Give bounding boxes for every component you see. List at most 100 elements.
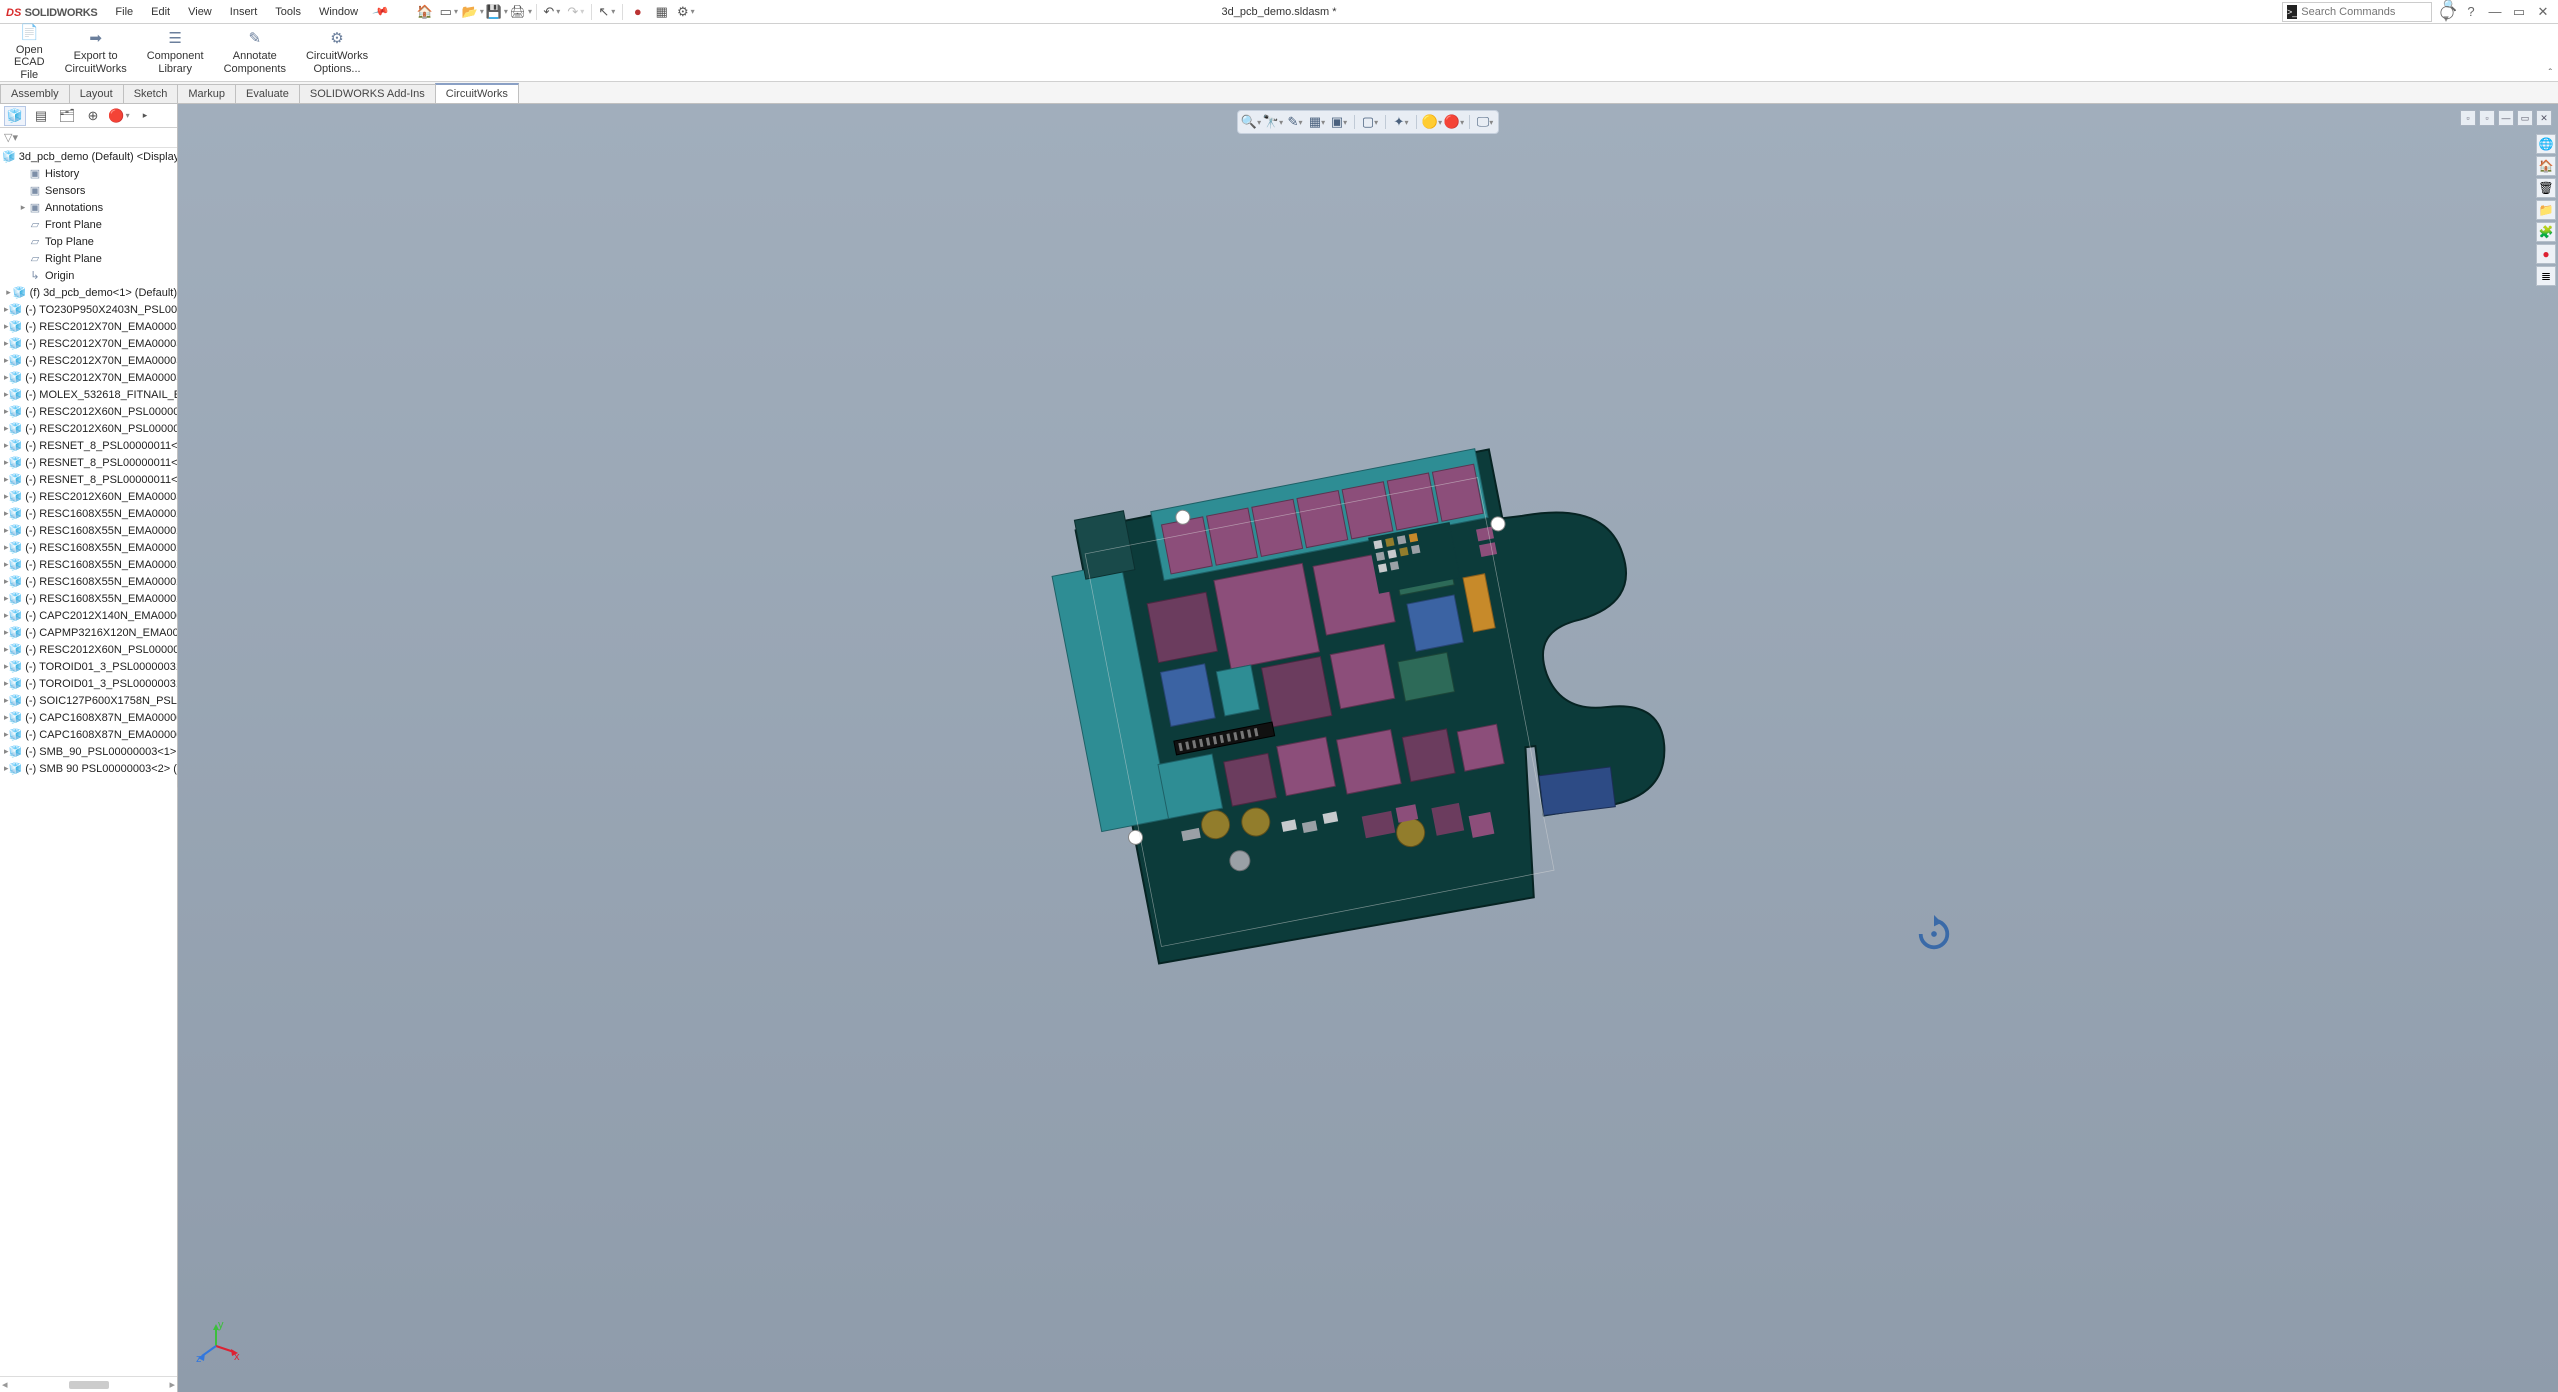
tree-item[interactable]: ▸🧊(-) RESC1608X55N_EMA000027	[0, 573, 177, 590]
hud-button[interactable]: 🔍	[1242, 113, 1260, 131]
vp-new-window-icon[interactable]: ▫	[2460, 110, 2476, 126]
tree-item[interactable]: ▸🧊(-) RESC2012X70N_EMA000038	[0, 352, 177, 369]
restore-icon[interactable]: ▭	[2510, 3, 2528, 21]
tree-item[interactable]: ▸🧊(-) RESC2012X60N_EMA000030	[0, 488, 177, 505]
undo-icon[interactable]: ↶	[543, 3, 561, 21]
hud-button[interactable]: ✦	[1392, 113, 1410, 131]
tree-item[interactable]: ▸🧊(-) RESC2012X70N_EMA000038	[0, 335, 177, 352]
taskpane-tab-5[interactable]: ●	[2536, 244, 2556, 264]
menu-file[interactable]: File	[107, 3, 141, 21]
hud-button[interactable]: ✎	[1286, 113, 1304, 131]
tree-item[interactable]: ▸🧊(-) RESC1608X55N_EMA000027	[0, 556, 177, 573]
ribbon-cmd-3[interactable]: ✎Annotate Components	[214, 28, 296, 77]
tree-expand-icon[interactable]: ▸	[4, 287, 13, 298]
tree-item[interactable]: ▸🧊(-) RESC1608X55N_EMA000027	[0, 539, 177, 556]
tree-item[interactable]: ▸🧊(-) SMB 90 PSL00000003<2> (I	[0, 760, 177, 777]
tree-item[interactable]: ▸▣Annotations	[0, 199, 177, 216]
tree-filter[interactable]: ▽▾	[0, 128, 177, 148]
tree-item[interactable]: ▸🧊(-) RESC2012X60N_PSL0000000	[0, 403, 177, 420]
options-table-icon[interactable]: ▦	[653, 3, 671, 21]
redo-icon[interactable]: ↷	[567, 3, 585, 21]
tree-expand-icon[interactable]: ▸	[134, 106, 156, 126]
select-arrow-icon[interactable]: ↖	[598, 3, 616, 21]
hud-button[interactable]: 🔴	[1445, 113, 1463, 131]
tree-item[interactable]: ▸🧊(f) 3d_pcb_demo<1> (Default)	[0, 284, 177, 301]
taskpane-tab-0[interactable]: 🌐	[2536, 134, 2556, 154]
tree-item[interactable]: ▸🧊(-) RESC2012X60N_PSL0000000	[0, 420, 177, 437]
tree-item[interactable]: ▣History	[0, 165, 177, 182]
collapse-ribbon-icon[interactable]: ˆ	[2549, 68, 2552, 79]
display-manager-tab-icon[interactable]: 🔴	[108, 106, 130, 126]
tree-expand-icon[interactable]: ▸	[18, 202, 28, 213]
graphics-viewport[interactable]: 🔍🔭✎▦▣▢✦🟡🔴🖵 ▫ ▫ — ▭ ✕ 🌐🏠🗑📁🧩●≣	[178, 104, 2558, 1392]
new-doc-icon[interactable]: ▭	[440, 3, 458, 21]
taskpane-tab-1[interactable]: 🏠	[2536, 156, 2556, 176]
ribbon-cmd-0[interactable]: 📄Open ECAD File	[4, 22, 55, 84]
minimize-icon[interactable]: —	[2486, 3, 2504, 21]
taskpane-tab-3[interactable]: 📁	[2536, 200, 2556, 220]
taskpane-tab-4[interactable]: 🧩	[2536, 222, 2556, 242]
cm-tab-assembly[interactable]: Assembly	[0, 84, 70, 103]
tree-item[interactable]: ▸🧊(-) CAPC2012X140N_EMA0000	[0, 607, 177, 624]
vp-tile-icon[interactable]: ▫	[2479, 110, 2495, 126]
menu-view[interactable]: View	[180, 3, 220, 21]
tree-item[interactable]: ▸🧊(-) RESC1608X55N_EMA000027	[0, 505, 177, 522]
tree-item[interactable]: ▸🧊(-) RESC2012X60N_PSL0000001	[0, 641, 177, 658]
help-icon[interactable]: ?	[2462, 3, 2480, 21]
cm-tab-solidworks-add-ins[interactable]: SOLIDWORKS Add-Ins	[299, 84, 436, 103]
save-icon[interactable]: 💾	[488, 3, 506, 21]
tree-item[interactable]: ↳Origin	[0, 267, 177, 284]
tree-item[interactable]: ▸🧊(-) SOIC127P600X1758N_PSL00	[0, 692, 177, 709]
search-input[interactable]	[2301, 6, 2443, 18]
tree-item[interactable]: ▱Top Plane	[0, 233, 177, 250]
feature-manager-tab-icon[interactable]: 🧊	[4, 106, 26, 126]
cm-tab-evaluate[interactable]: Evaluate	[235, 84, 300, 103]
vp-close-icon[interactable]: ✕	[2536, 110, 2552, 126]
vp-maximize-icon[interactable]: ▭	[2517, 110, 2533, 126]
pin-icon[interactable]: 📌	[365, 0, 397, 25]
ribbon-cmd-4[interactable]: ⚙CircuitWorks Options...	[296, 28, 378, 77]
tree-item[interactable]: ▱Right Plane	[0, 250, 177, 267]
tree-item[interactable]: ▸🧊(-) CAPMP3216X120N_EMA00	[0, 624, 177, 641]
taskpane-tab-2[interactable]: 🗑	[2536, 178, 2556, 198]
hud-button[interactable]: 🟡	[1423, 113, 1441, 131]
cm-tab-sketch[interactable]: Sketch	[123, 84, 179, 103]
tree-item[interactable]: ▸🧊(-) RESC1608X55N_EMA000027	[0, 522, 177, 539]
tree-item[interactable]: ▸🧊(-) RESNET_8_PSL00000011<3>	[0, 471, 177, 488]
tree-item[interactable]: ▸🧊(-) MOLEX_532618_FITNAIL_EN	[0, 386, 177, 403]
menu-edit[interactable]: Edit	[143, 3, 178, 21]
menu-insert[interactable]: Insert	[222, 3, 266, 21]
tree-item[interactable]: ▸🧊(-) RESNET_8_PSL00000011<2>	[0, 454, 177, 471]
hud-button[interactable]: 🖵	[1476, 113, 1494, 131]
tree-root-item[interactable]: 🧊 3d_pcb_demo (Default) <Display St	[0, 148, 177, 165]
cm-tab-markup[interactable]: Markup	[177, 84, 236, 103]
tree-item[interactable]: ▸🧊(-) RESNET_8_PSL00000011<1>	[0, 437, 177, 454]
rebuild-icon[interactable]: ●	[629, 3, 647, 21]
tree-item[interactable]: ▸🧊(-) RESC1608X55N_EMA000027	[0, 590, 177, 607]
hud-button[interactable]: ▣	[1330, 113, 1348, 131]
dimxpert-tab-icon[interactable]: ⊕	[82, 106, 104, 126]
vp-minimize-icon[interactable]: —	[2498, 110, 2514, 126]
feature-tree-list[interactable]: 🧊 3d_pcb_demo (Default) <Display St ▣His…	[0, 148, 177, 1376]
tree-item[interactable]: ▸🧊(-) CAPC1608X87N_EMA00000	[0, 726, 177, 743]
home-icon[interactable]: 🏠	[416, 3, 434, 21]
open-doc-icon[interactable]: 📂	[464, 3, 482, 21]
cm-tab-circuitworks[interactable]: CircuitWorks	[435, 83, 519, 103]
ribbon-cmd-2[interactable]: ☰Component Library	[137, 28, 214, 77]
tree-item[interactable]: ▸🧊(-) TOROID01_3_PSL00000031<	[0, 658, 177, 675]
ribbon-cmd-1[interactable]: ➡Export to CircuitWorks	[55, 28, 137, 77]
property-manager-tab-icon[interactable]: ▤	[30, 106, 52, 126]
tree-item[interactable]: ▸🧊(-) TOROID01_3_PSL00000031<	[0, 675, 177, 692]
settings-gear-icon[interactable]: ⚙	[677, 3, 695, 21]
menu-tools[interactable]: Tools	[267, 3, 309, 21]
hud-button[interactable]: ▢	[1361, 113, 1379, 131]
close-icon[interactable]: ✕	[2534, 3, 2552, 21]
tree-item[interactable]: ▣Sensors	[0, 182, 177, 199]
menu-window[interactable]: Window	[311, 3, 366, 21]
config-manager-tab-icon[interactable]: 🗂	[56, 106, 78, 126]
taskpane-tab-6[interactable]: ≣	[2536, 266, 2556, 286]
hud-button[interactable]: ▦	[1308, 113, 1326, 131]
tree-horizontal-scrollbar[interactable]: ◂▸	[0, 1376, 177, 1392]
user-account-icon[interactable]: ◯	[2438, 3, 2456, 21]
tree-item[interactable]: ▸🧊(-) RESC2012X70N_EMA000038	[0, 369, 177, 386]
